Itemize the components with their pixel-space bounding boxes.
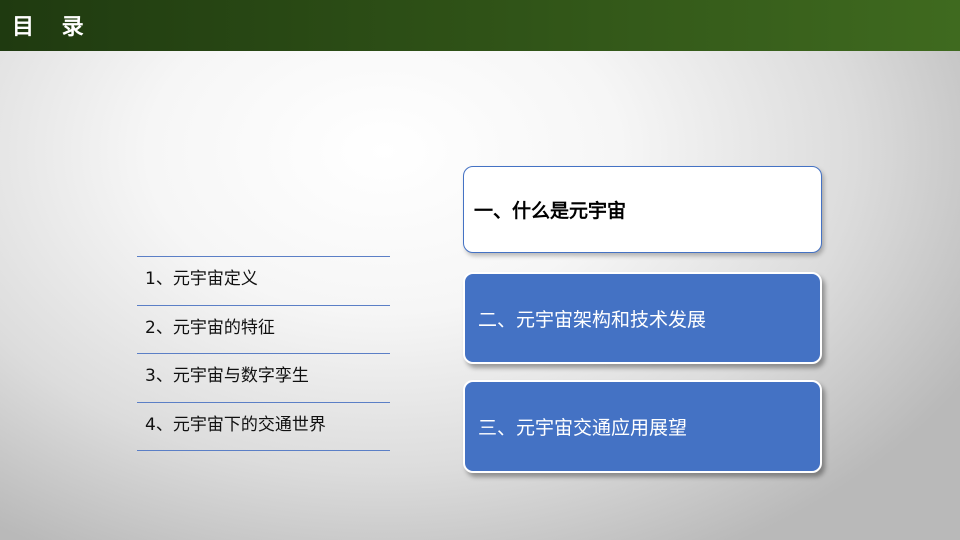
list-item[interactable]: 2、元宇宙的特征 — [137, 306, 390, 354]
section-card-label: 一、什么是元宇宙 — [474, 200, 627, 222]
section-card-label: 二、元宇宙架构和技术发展 — [478, 308, 707, 331]
list-item[interactable]: 1、元宇宙定义 — [137, 257, 390, 306]
list-item[interactable]: 4、元宇宙下的交通世界 — [137, 403, 390, 451]
title-bar: 目 录 — [0, 0, 960, 51]
subsection-list: 1、元宇宙定义 2、元宇宙的特征 3、元宇宙与数字孪生 4、元宇宙下的交通世界 — [137, 256, 390, 451]
page-title: 目 录 — [12, 15, 94, 40]
section-card-label: 三、元宇宙交通应用展望 — [478, 417, 688, 439]
list-item[interactable]: 3、元宇宙与数字孪生 — [137, 354, 390, 403]
section-card-2[interactable]: 二、元宇宙架构和技术发展 — [463, 272, 822, 364]
section-card-1[interactable]: 一、什么是元宇宙 — [463, 166, 822, 253]
section-card-3[interactable]: 三、元宇宙交通应用展望 — [463, 380, 822, 473]
